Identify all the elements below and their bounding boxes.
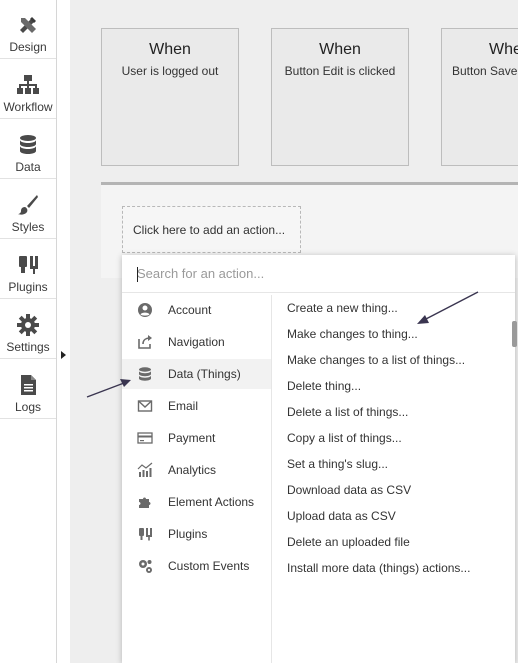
action-item[interactable]: Create a new thing... (287, 301, 398, 315)
credit-card-icon (137, 432, 153, 444)
brush-icon (18, 195, 38, 215)
category-label: Email (168, 399, 199, 413)
action-item[interactable]: Delete thing... (287, 379, 361, 393)
sidebar-item-label: Settings (6, 340, 50, 354)
category-label: Analytics (168, 463, 217, 477)
sidebar-item-label: Data (15, 160, 41, 174)
database-icon (20, 135, 36, 154)
action-list: Create a new thing... Make changes to th… (272, 295, 515, 663)
category-plugins[interactable]: Plugins (122, 519, 271, 549)
sidebar-item-label: Design (9, 40, 47, 54)
sidebar-item-styles[interactable]: Styles (0, 180, 56, 239)
account-icon (138, 303, 152, 317)
workflow-icon (17, 75, 39, 94)
action-item[interactable]: Set a thing's slug... (287, 457, 388, 471)
sidebar-item-plugins[interactable]: Plugins (0, 240, 56, 299)
category-analytics[interactable]: Analytics (122, 455, 271, 485)
sidebar-item-logs[interactable]: Logs (0, 360, 56, 419)
database-icon (139, 367, 151, 381)
action-item[interactable]: Delete a list of things... (287, 405, 408, 419)
category-label: Plugins (168, 527, 208, 541)
design-icon (20, 17, 36, 33)
sidebar-item-label: Styles (11, 220, 45, 234)
action-item[interactable]: Install more data (things) actions... (287, 561, 470, 575)
action-item[interactable]: Make changes to a list of things... (287, 353, 465, 367)
category-label: Navigation (168, 335, 225, 349)
category-custom-events[interactable]: Custom Events (122, 551, 271, 581)
event-when-label: When (319, 41, 361, 58)
email-icon (137, 400, 153, 412)
sidebar-item-label: Plugins (8, 280, 48, 294)
sidebar-item-settings[interactable]: Settings (0, 300, 56, 359)
action-category-list: Account Navigation Data (Things) Email P… (122, 295, 272, 663)
category-label: Custom Events (168, 559, 250, 573)
event-card[interactable]: When Button Edit is clicked (271, 28, 409, 166)
sidebar-item-workflow[interactable]: Workflow (0, 60, 56, 119)
action-item[interactable]: Download data as CSV (287, 483, 411, 497)
action-item[interactable]: Copy a list of things... (287, 431, 402, 445)
action-search-input[interactable] (122, 255, 515, 293)
action-list-scrollbar[interactable] (512, 321, 517, 347)
sidebar-expand-arrow[interactable] (61, 351, 66, 359)
category-label: Element Actions (168, 495, 255, 509)
action-item[interactable]: Upload data as CSV (287, 509, 396, 523)
category-navigation[interactable]: Navigation (122, 327, 271, 357)
category-label: Payment (168, 431, 216, 445)
category-label: Data (Things) (168, 367, 241, 381)
text-cursor (137, 267, 138, 282)
event-description: Button Edit is clicked (284, 64, 396, 78)
gears-icon (139, 560, 152, 573)
event-description: Button Save is clicked (452, 64, 518, 78)
event-card[interactable]: When Button Save is clicked (441, 28, 518, 166)
analytics-icon (137, 462, 153, 477)
document-icon (21, 375, 36, 395)
sidebar-item-label: Logs (14, 400, 42, 414)
category-element-actions[interactable]: Element Actions (122, 487, 271, 517)
category-label: Account (168, 303, 212, 317)
gear-icon (17, 314, 39, 336)
navigation-icon (138, 335, 152, 349)
action-search-dropdown: Account Navigation Data (Things) Email (122, 255, 517, 663)
sidebar-item-design[interactable]: Design (0, 0, 56, 59)
sidebar-item-label: Workflow (3, 100, 53, 114)
left-sidebar: Design Workflow Data Styles Plugins Sett… (0, 0, 57, 663)
event-card[interactable]: When User is logged out (101, 28, 239, 166)
category-payment[interactable]: Payment (122, 423, 271, 453)
puzzle-icon (139, 497, 151, 508)
sidebar-item-data[interactable]: Data (0, 120, 56, 179)
event-when-label: When (489, 41, 518, 58)
action-item[interactable]: Delete an uploaded file (287, 535, 410, 549)
action-item[interactable]: Make changes to thing... (287, 327, 418, 341)
event-when-label: When (149, 41, 191, 58)
category-account[interactable]: Account (122, 295, 271, 325)
category-data-things[interactable]: Data (Things) (122, 359, 271, 389)
event-description: User is logged out (121, 64, 219, 78)
add-action-button[interactable]: Click here to add an action... (122, 206, 301, 253)
category-email[interactable]: Email (122, 391, 271, 421)
plug-icon (139, 528, 152, 541)
plug-icon (19, 256, 38, 274)
